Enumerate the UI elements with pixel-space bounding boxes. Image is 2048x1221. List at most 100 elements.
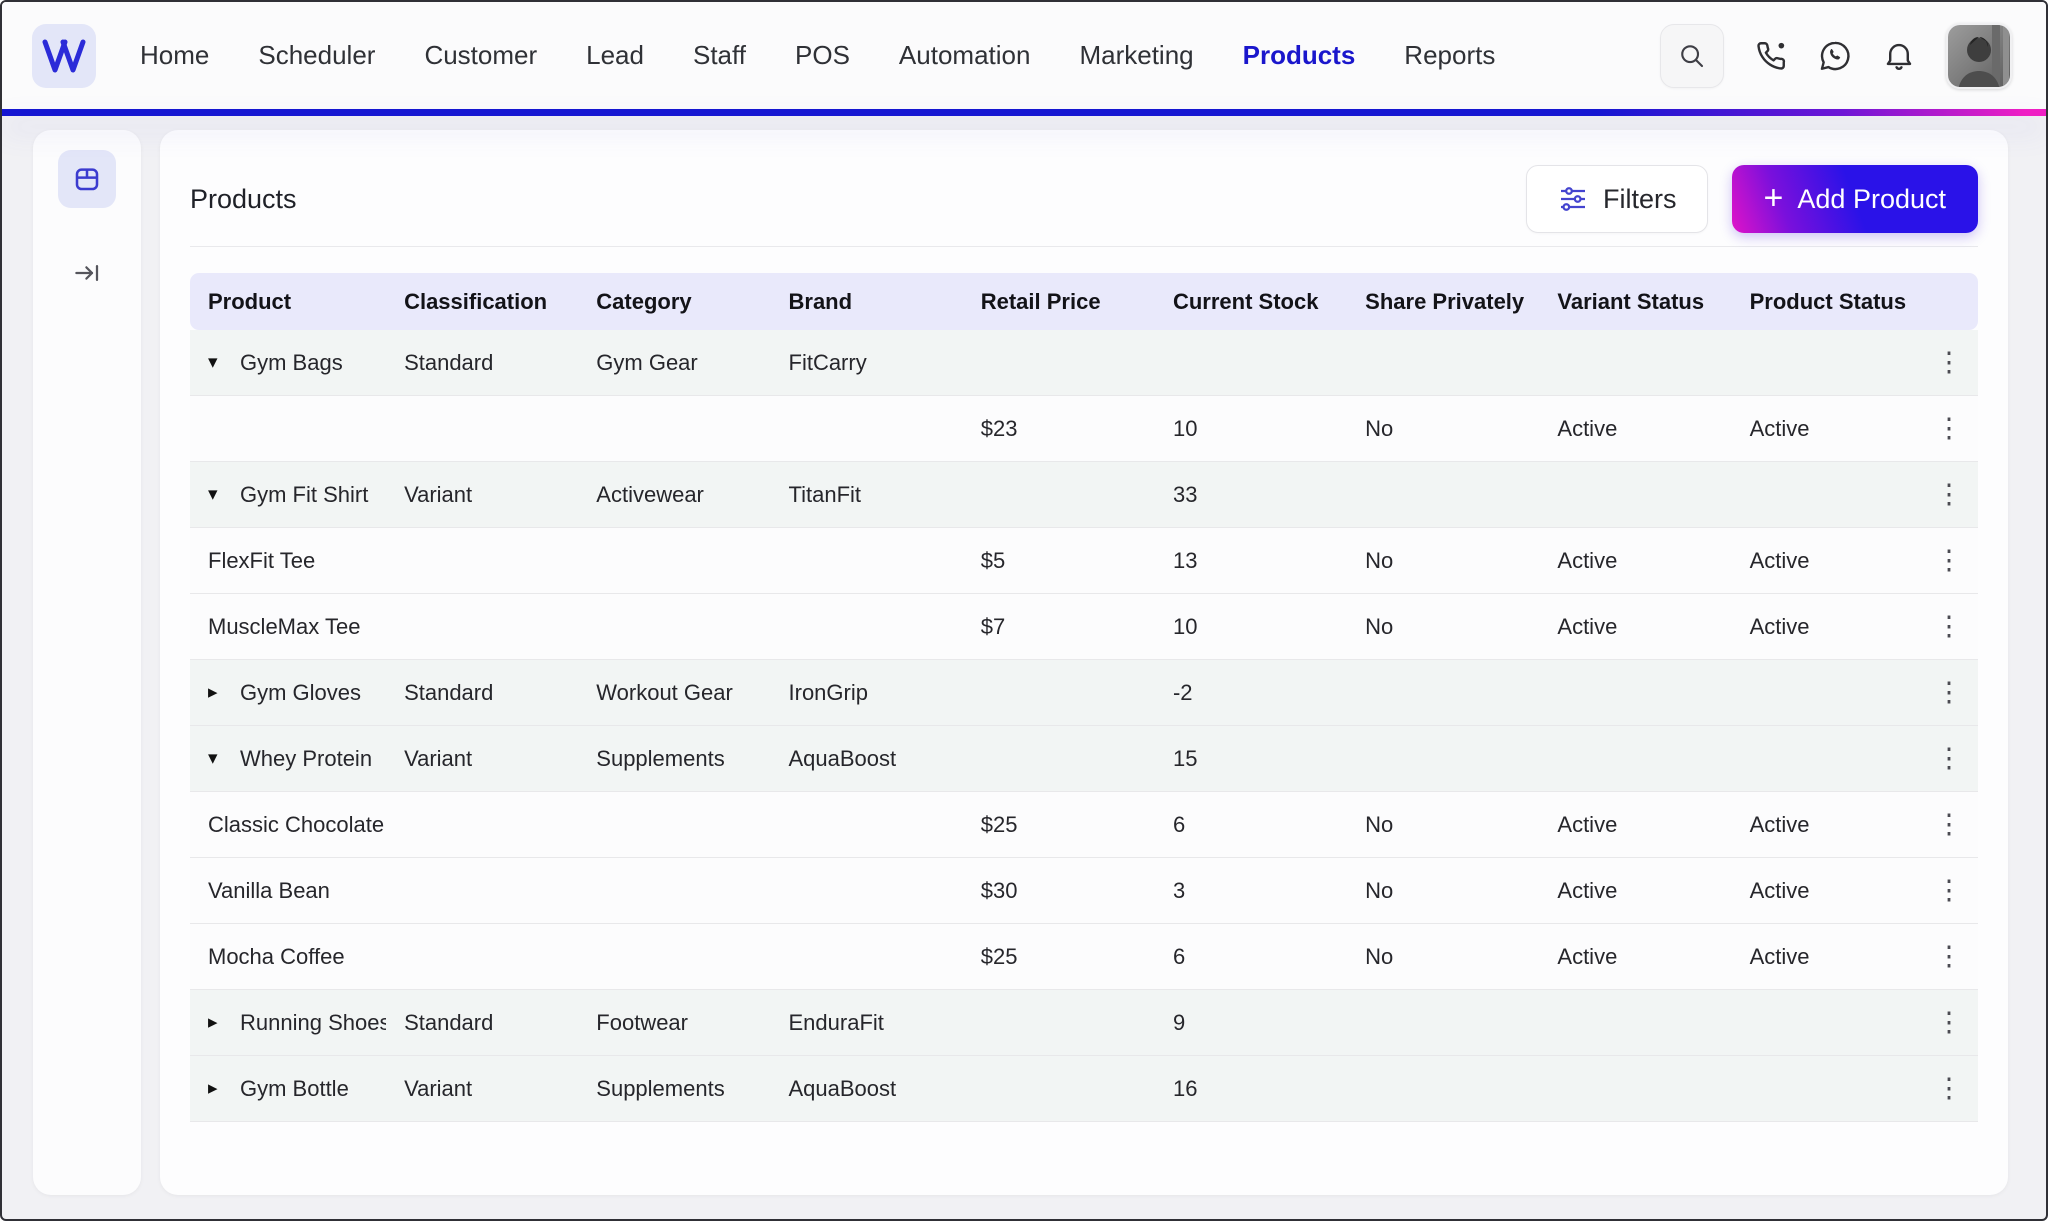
cell-product: ▸ Gym Gloves: [208, 679, 362, 705]
nav-item-staff[interactable]: Staff: [693, 40, 746, 71]
nav-item-reports[interactable]: Reports: [1404, 40, 1495, 71]
table-row[interactable]: ▸ Gym Gloves Standard Workout Gear IronG…: [190, 660, 1978, 726]
cell-product: ▸ Running Shoes: [208, 1009, 387, 1035]
cell-product-status: Active: [1749, 613, 1810, 639]
caret-icon[interactable]: ▸: [208, 683, 230, 702]
cell-share-privately: No: [1365, 943, 1394, 969]
row-menu-button[interactable]: ⋮: [1927, 539, 1971, 583]
table-row[interactable]: FlexFit Tee $5 13 No Active Active ⋮: [190, 528, 1978, 594]
top-navbar: Home Scheduler Customer Lead Staff POS Automat…: [2, 2, 2046, 116]
products-table: Product Classification Category Brand Retail…: [190, 273, 1978, 1122]
cell-brand: AquaBoost: [788, 745, 897, 771]
cell-share-privately: No: [1365, 415, 1394, 441]
user-avatar[interactable]: [1946, 22, 2012, 89]
cell-retail-price: $23: [980, 415, 1018, 441]
row-menu-button[interactable]: ⋮: [1927, 803, 1971, 847]
caret-icon[interactable]: ▾: [208, 749, 230, 768]
column-header-product: Product: [208, 288, 292, 314]
cell-current-stock: 3: [1172, 877, 1186, 903]
call-button[interactable]: [1754, 39, 1788, 73]
whatsapp-button[interactable]: [1818, 39, 1852, 73]
table-row[interactable]: ▾ Gym Fit Shirt Variant Activewear Titan…: [190, 462, 1978, 528]
row-menu-button[interactable]: ⋮: [1927, 341, 1971, 385]
cell-retail-price: $25: [980, 943, 1018, 969]
row-menu-button[interactable]: ⋮: [1927, 1067, 1971, 1111]
caret-icon[interactable]: ▾: [208, 485, 230, 504]
cell-share-privately: No: [1365, 877, 1394, 903]
header-actions: Filters + Add Product: [1526, 165, 1978, 233]
add-product-button[interactable]: + Add Product: [1731, 165, 1978, 233]
cell-category: Gym Gear: [596, 349, 698, 375]
arrow-bar-right-icon: [75, 265, 99, 281]
plus-icon: +: [1763, 178, 1784, 217]
row-menu-button[interactable]: ⋮: [1927, 407, 1971, 451]
nav-item-customer[interactable]: Customer: [424, 40, 537, 71]
notifications-button[interactable]: [1882, 39, 1916, 73]
nav-item-pos[interactable]: POS: [795, 40, 850, 71]
cell-retail-price: $5: [980, 547, 1006, 573]
cell-current-stock: 16: [1172, 1075, 1198, 1101]
column-header-share-privately: Share Privately: [1365, 288, 1525, 314]
row-menu-button[interactable]: ⋮: [1927, 737, 1971, 781]
table-row[interactable]: ▸ Gym Bottle Variant Supplements AquaBoo…: [190, 1056, 1978, 1122]
cell-brand: TitanFit: [788, 481, 862, 507]
products-panel: Products Filters + Add Product Product C…: [160, 130, 2008, 1195]
nav-item-marketing[interactable]: Marketing: [1079, 40, 1193, 71]
nav-item-products[interactable]: Products: [1243, 40, 1356, 71]
table-row[interactable]: Classic Chocolate $25 6 No Active Active…: [190, 792, 1978, 858]
nav-item-automation[interactable]: Automation: [899, 40, 1031, 71]
sidebar-item-products[interactable]: [58, 150, 116, 208]
table-row[interactable]: ▾ Whey Protein Variant Supplements AquaB…: [190, 726, 1978, 792]
cell-brand: FitCarry: [788, 349, 867, 375]
row-menu-button[interactable]: ⋮: [1927, 1001, 1971, 1045]
row-menu-button[interactable]: ⋮: [1927, 605, 1971, 649]
cell-share-privately: No: [1365, 811, 1394, 837]
table-row[interactable]: Vanilla Bean $30 3 No Active Active ⋮: [190, 858, 1978, 924]
table-body: ▾ Gym Bags Standard Gym Gear FitCarry ⋮ …: [190, 330, 1978, 1122]
cell-retail-price: $30: [980, 877, 1018, 903]
cell-current-stock: 10: [1172, 415, 1198, 441]
header-divider: [190, 246, 1978, 247]
cell-variant-status: Active: [1557, 613, 1618, 639]
nav-item-lead[interactable]: Lead: [586, 40, 644, 71]
column-header-brand: Brand: [788, 288, 853, 314]
cell-category: Supplements: [596, 745, 725, 771]
cell-current-stock: 9: [1172, 1009, 1186, 1035]
table-row[interactable]: $23 10 No Active Active ⋮: [190, 396, 1978, 462]
table-row[interactable]: ▾ Gym Bags Standard Gym Gear FitCarry ⋮: [190, 330, 1978, 396]
search-icon: [1681, 44, 1704, 67]
column-header-product-status: Product Status: [1749, 288, 1907, 314]
cell-retail-price: $7: [980, 613, 1006, 639]
cell-product: Classic Chocolate: [208, 811, 385, 837]
caret-icon[interactable]: ▸: [208, 1079, 230, 1098]
row-menu-button[interactable]: ⋮: [1927, 935, 1971, 979]
table-row[interactable]: Mocha Coffee $25 6 No Active Active ⋮: [190, 924, 1978, 990]
cell-share-privately: No: [1365, 547, 1394, 573]
row-menu-button[interactable]: ⋮: [1927, 473, 1971, 517]
cell-product-status: Active: [1749, 877, 1810, 903]
cell-current-stock: 13: [1172, 547, 1198, 573]
app-logo[interactable]: [32, 23, 96, 88]
cell-variant-status: Active: [1557, 811, 1618, 837]
table-row[interactable]: MuscleMax Tee $7 10 No Active Active ⋮: [190, 594, 1978, 660]
column-header-category: Category: [596, 288, 692, 314]
cell-product: ▾ Whey Protein: [208, 745, 373, 771]
filters-button[interactable]: Filters: [1526, 165, 1708, 233]
row-menu-button[interactable]: ⋮: [1927, 869, 1971, 913]
nav-item-scheduler[interactable]: Scheduler: [258, 40, 375, 71]
cell-brand: EnduraFit: [788, 1009, 884, 1035]
cell-product: Mocha Coffee: [208, 943, 345, 969]
cell-current-stock: 6: [1172, 943, 1186, 969]
table-row[interactable]: ▸ Running Shoes Standard Footwear Endura…: [190, 990, 1978, 1056]
caret-icon[interactable]: ▾: [208, 353, 230, 372]
app-window: Home Scheduler Customer Lead Staff POS Automat…: [0, 0, 2048, 1221]
page-content: Products Filters + Add Product Product C…: [2, 130, 2046, 1219]
search-button[interactable]: [1660, 23, 1724, 88]
caret-icon[interactable]: ▸: [208, 1013, 230, 1032]
sidebar-collapse-button[interactable]: [58, 244, 116, 302]
row-menu-button[interactable]: ⋮: [1927, 671, 1971, 715]
cell-current-stock: 6: [1172, 811, 1186, 837]
cell-product: FlexFit Tee: [208, 547, 316, 573]
nav-item-home[interactable]: Home: [140, 40, 209, 71]
column-header-variant-status: Variant Status: [1557, 288, 1705, 314]
